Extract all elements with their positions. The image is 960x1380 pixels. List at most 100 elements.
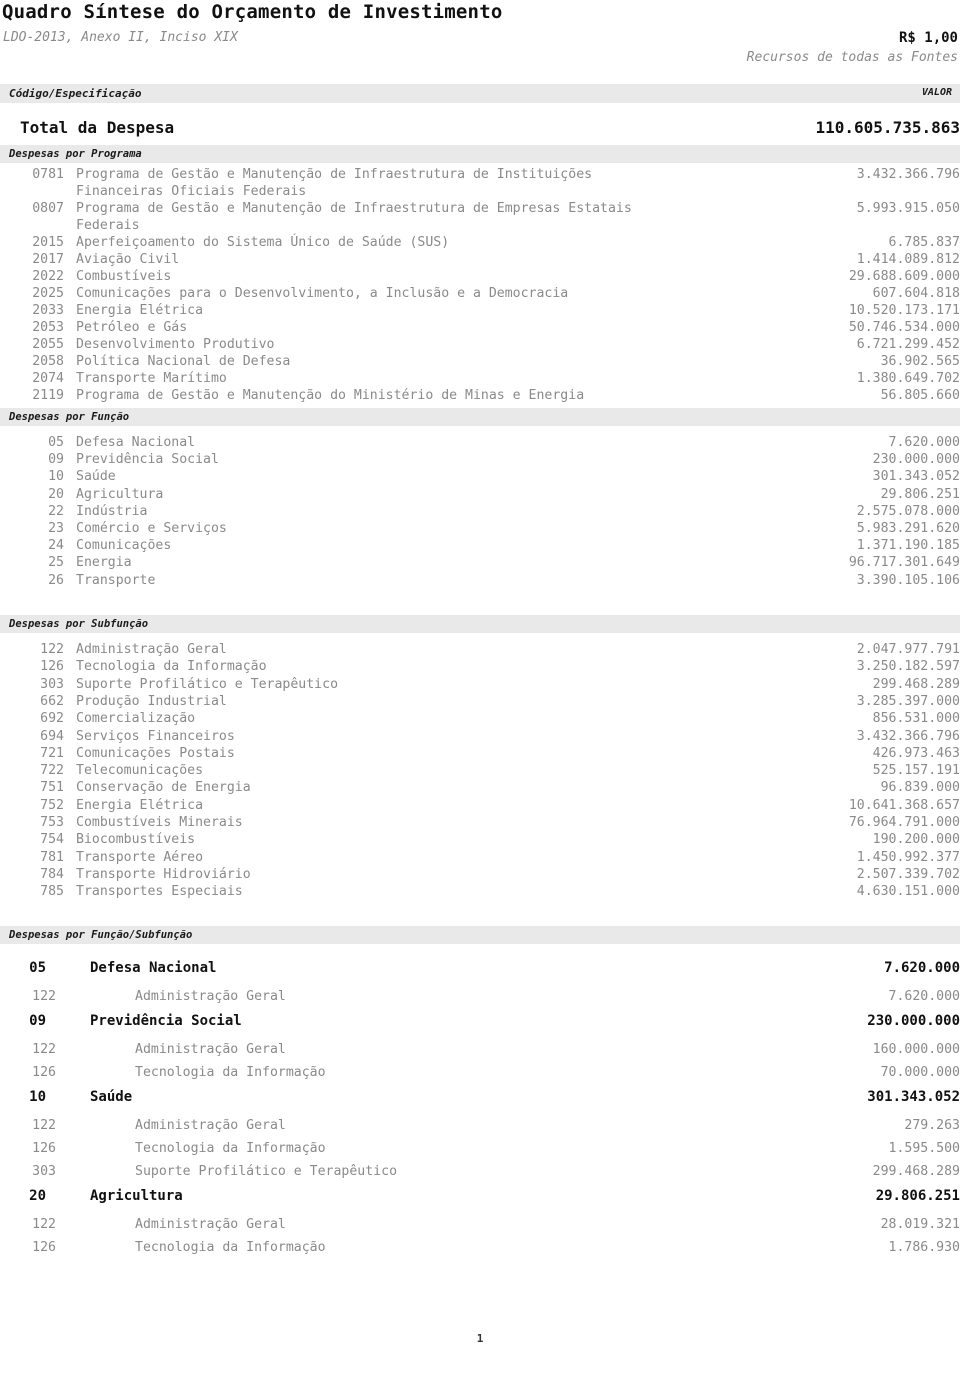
row-code: 753 <box>40 815 64 830</box>
table-row: 2053 Petróleo e Gás 50.746.534.000 <box>0 319 960 336</box>
row-description: Desenvolvimento Produtivo <box>76 337 275 352</box>
row-code: 20 <box>29 1188 46 1204</box>
total-expense-row: Total da Despesa 110.605.735.863 <box>0 118 960 140</box>
row-code: 126 <box>32 1141 56 1156</box>
table-row: 2017 Aviação Civil 1.414.089.812 <box>0 251 960 268</box>
row-code: 751 <box>40 780 64 796</box>
row-value: 1.414.089.812 <box>856 252 960 267</box>
table-row: 781 Transporte Aéreo 1.450.992.377 <box>0 849 960 866</box>
row-code: 24 <box>48 538 64 554</box>
row-code: 05 <box>29 960 46 976</box>
table-row-continuation: Federais <box>0 217 960 234</box>
table-row: 2025 Comunicações para o Desenvolvimento,… <box>0 285 960 302</box>
row-code: 22 <box>48 503 64 519</box>
row-code: 122 <box>32 1118 56 1133</box>
table-row: 05 Defesa Nacional 7.620.000 <box>0 434 960 451</box>
row-value: 190.200.000 <box>872 832 960 848</box>
table-row-funcao: 05 Defesa Nacional 7.620.000 <box>0 958 960 978</box>
row-description: Aperfeiçoamento do Sistema Único de Saúd… <box>76 235 450 250</box>
section-band-programa-label: Despesas por Programa <box>9 148 142 160</box>
row-value: 10.520.173.171 <box>848 303 960 318</box>
row-description: Comunicações para o Desenvolvimento, a I… <box>76 286 569 301</box>
row-description: Programa de Gestão e Manutenção de Infra… <box>76 167 593 182</box>
row-value: 7.620.000 <box>888 989 960 1004</box>
row-description: Agricultura <box>76 486 164 502</box>
row-value: 160.000.000 <box>872 1042 960 1057</box>
table-row: 09 Previdência Social 230.000.000 <box>0 451 960 468</box>
row-description: Suporte Profilático e Terapêutico <box>76 676 339 692</box>
row-value: 1.595.500 <box>888 1141 960 1156</box>
row-description: Financeiras Oficiais Federais <box>76 184 307 199</box>
row-value: 856.531.000 <box>872 711 960 727</box>
row-value: 2.575.078.000 <box>856 503 960 519</box>
row-code: 0807 <box>32 201 64 216</box>
table-row: 2074 Transporte Marítimo 1.380.649.702 <box>0 370 960 387</box>
row-description: Combustíveis Minerais <box>76 815 243 830</box>
row-description: Serviços Financeiros <box>76 728 235 744</box>
row-description: Defesa Nacional <box>90 960 217 976</box>
row-code: 2053 <box>32 320 64 335</box>
section-band-subfuncao-label: Despesas por Subfunção <box>9 618 149 630</box>
row-description: Energia Elétrica <box>76 303 204 318</box>
currency-unit-label: R$ 1,00 <box>898 30 958 46</box>
table-row-subfuncao: 122 Administração Geral 279.263 <box>0 1117 960 1135</box>
table-row: 26 Transporte 3.390.105.106 <box>0 572 960 589</box>
row-description: Administração Geral <box>135 989 286 1004</box>
row-description: Telecomunicações <box>76 763 204 779</box>
row-value: 29.688.609.000 <box>848 269 960 284</box>
row-code: 2025 <box>32 286 64 301</box>
row-value: 96.839.000 <box>880 780 960 796</box>
table-row: 0807 Programa de Gestão e Manutenção de I… <box>0 200 960 217</box>
table-row: 2022 Combustíveis 29.688.609.000 <box>0 268 960 285</box>
row-code: 781 <box>40 849 64 865</box>
row-description: Tecnologia da Informação <box>135 1141 326 1156</box>
row-value: 2.507.339.702 <box>856 866 960 882</box>
row-description: Federais <box>76 218 140 233</box>
table-row: 23 Comércio e Serviços 5.983.291.620 <box>0 520 960 537</box>
table-row: 2058 Política Nacional de Defesa 36.902.56… <box>0 353 960 370</box>
row-description: Petróleo e Gás <box>76 320 188 335</box>
row-code: 10 <box>48 469 64 485</box>
table-row: 2015 Aperfeiçoamento do Sistema Único de … <box>0 234 960 251</box>
row-description: Previdência Social <box>76 452 219 468</box>
row-value: 50.746.534.000 <box>848 320 960 335</box>
table-row-continuation: Financeiras Oficiais Federais <box>0 183 960 200</box>
row-value: 299.468.289 <box>872 1164 960 1179</box>
total-expense-value: 110.605.735.863 <box>815 118 960 137</box>
row-description: Administração Geral <box>135 1042 286 1057</box>
row-description: Saúde <box>90 1089 133 1105</box>
row-value: 299.468.289 <box>872 676 960 692</box>
row-description: Previdência Social <box>90 1013 242 1029</box>
table-row-subfuncao: 122 Administração Geral 160.000.000 <box>0 1041 960 1059</box>
row-description: Transporte <box>76 572 156 588</box>
table-row-subfuncao: 303 Suporte Profilático e Terapêutico 299.… <box>0 1163 960 1181</box>
table-row: 122 Administração Geral 2.047.977.791 <box>0 641 960 658</box>
row-value: 230.000.000 <box>867 1013 960 1029</box>
row-code: 122 <box>32 989 56 1004</box>
table-row: 754 Biocombustíveis 190.200.000 <box>0 831 960 848</box>
table-row: 694 Serviços Financeiros 3.432.366.796 <box>0 728 960 745</box>
row-code: 784 <box>40 866 64 882</box>
document-page: Quadro Síntese do Orçamento de Investime… <box>0 0 960 1380</box>
row-value: 5.983.291.620 <box>856 521 960 536</box>
row-code: 785 <box>40 884 64 900</box>
row-description: Comunicações Postais <box>76 745 235 761</box>
table-row: 22 Indústria 2.575.078.000 <box>0 503 960 520</box>
row-description: Aviação Civil <box>76 252 180 267</box>
row-description: Política Nacional de Defesa <box>76 354 291 369</box>
table-row: 753 Combustíveis Minerais 76.964.791.000 <box>0 814 960 831</box>
row-description: Transporte Hidroviário <box>76 866 251 882</box>
funding-sources-label: Recursos de todas as Fontes <box>746 50 958 65</box>
table-row: 303 Suporte Profilático e Terapêutico 299.… <box>0 676 960 693</box>
row-code: 0781 <box>32 167 64 182</box>
row-value: 7.620.000 <box>884 960 960 976</box>
row-description: Comércio e Serviços <box>76 521 227 536</box>
row-description: Transporte Marítimo <box>76 371 227 386</box>
table-row: 785 Transportes Especiais 4.630.151.000 <box>0 883 960 900</box>
row-description: Agricultura <box>90 1188 183 1204</box>
row-description: Transportes Especiais <box>76 884 243 900</box>
row-code: 2074 <box>32 371 64 386</box>
table-row: 784 Transporte Hidroviário 2.507.339.702 <box>0 866 960 883</box>
row-code: 2119 <box>32 388 64 403</box>
table-column-header: Código/Especificação VALOR <box>0 84 960 103</box>
